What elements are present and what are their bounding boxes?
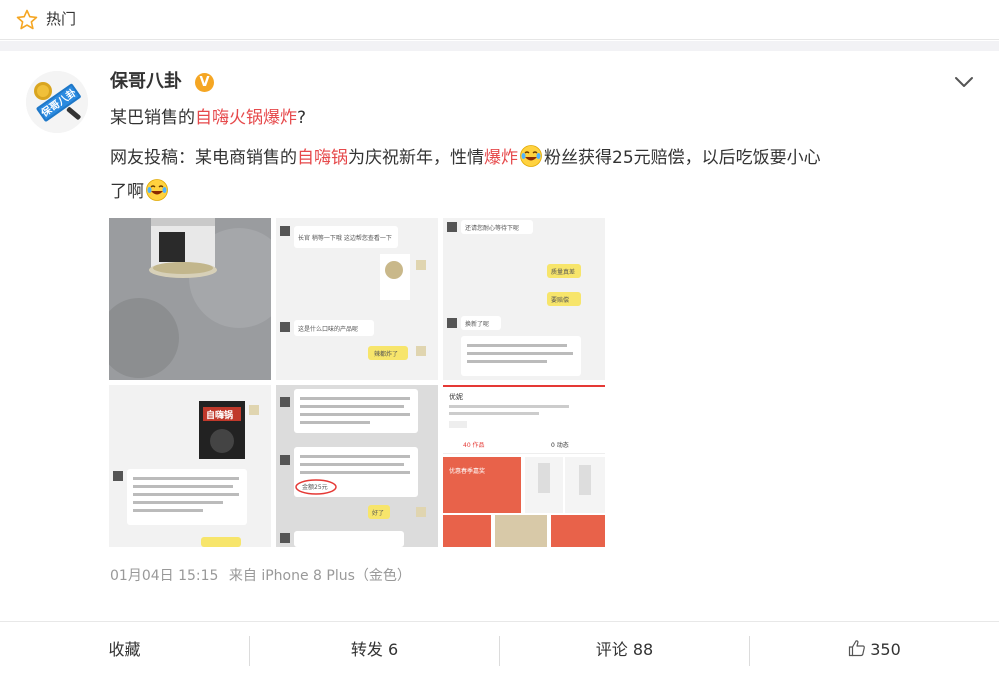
post-image[interactable]: 优妮 40 作品 0 动态 优惠春季嘉奖 (443, 385, 605, 547)
chat-screenshot-image: 还请您耐心等待下呢 质量真差 要赔偿 换新了呢 (443, 218, 605, 380)
title-link-1[interactable]: 自嗨火 (195, 108, 246, 128)
shop-page-screenshot-image: 优妮 40 作品 0 动态 优惠春季嘉奖 (443, 385, 605, 547)
chevron-down-icon[interactable] (953, 73, 975, 91)
title-text-1: 某巴销售的 (110, 108, 195, 128)
chat-text: 优惠春季嘉奖 (449, 467, 485, 475)
post-image[interactable] (109, 218, 271, 380)
body-text-1: 网友投稿：某电商销售的 (110, 148, 297, 168)
photo-pot-image (109, 218, 271, 380)
chat-text: 长官 稍等一下哦 这边帮您查看一下 (298, 234, 392, 242)
action-bar: 收藏 转发 6 评论 88 350 (0, 621, 999, 679)
chat-screenshot-image: 长官 稍等一下哦 这边帮您查看一下 这是什么口味的产品呢 辣都炸了 (276, 218, 438, 380)
chat-text: 换新了呢 (465, 320, 489, 328)
laugh-cry-emoji-icon (520, 145, 542, 167)
chat-text: 好了 (372, 509, 384, 517)
body-text-3: 粉丝获得25元赔偿，以后吃饭要小心 (544, 148, 821, 168)
chat-text: 这是什么口味的产品呢 (298, 325, 358, 333)
chat-text: 自嗨锅 (206, 409, 233, 421)
like-button[interactable]: 350 (750, 622, 999, 679)
verified-badge-icon: V (195, 73, 214, 92)
comment-button[interactable]: 评论 88 (500, 622, 749, 679)
post-image[interactable]: 还请您耐心等待下呢 质量真差 要赔偿 换新了呢 (443, 218, 605, 380)
post-timestamp[interactable]: 01月04日 15:15 (110, 568, 218, 584)
body-link-2[interactable]: 爆炸 (484, 148, 518, 168)
favorite-button[interactable]: 收藏 (0, 622, 249, 679)
chat-text: 质量真差 (551, 268, 575, 276)
chat-text: 金额25元 (302, 483, 328, 491)
laugh-cry-emoji-icon (146, 179, 168, 201)
thumbs-up-icon (849, 640, 866, 657)
top-bar: 热门 (0, 0, 999, 40)
author-name[interactable]: 保哥八卦 (110, 69, 182, 95)
section-gap (0, 41, 999, 51)
post-body-tail: 了啊 (110, 178, 170, 205)
page-title: 热门 (46, 10, 77, 28)
title-link-3[interactable]: 爆炸 (263, 108, 297, 128)
post-meta: 01月04日 15:15 来自 iPhone 8 Plus（金色） (110, 566, 417, 586)
chat-screenshot-image: 金额25元 好了 (276, 385, 438, 547)
post-body: 网友投稿：某电商销售的自嗨锅为庆祝新年，性情爆炸 粉丝获得25元赔偿，以后吃饭要小… (110, 144, 821, 171)
post-image[interactable]: 长官 稍等一下哦 这边帮您查看一下 这是什么口味的产品呢 辣都炸了 (276, 218, 438, 380)
chat-text: 40 作品 (463, 441, 485, 449)
chat-text: 0 动态 (551, 441, 569, 449)
post-image[interactable]: 自嗨锅 (109, 385, 271, 547)
weibo-post-card: 保哥八卦 保哥八卦 V 某巴销售的自嗨火锅爆炸? 网友投稿：某电商销售的自嗨锅为… (0, 51, 999, 679)
post-image[interactable]: 金额25元 好了 (276, 385, 438, 547)
star-icon[interactable] (15, 8, 39, 32)
post-source: 来自 iPhone 8 Plus（金色） (228, 568, 411, 584)
chat-text: 优妮 (449, 392, 463, 401)
favorite-label: 收藏 (108, 640, 141, 659)
comment-label: 评论 88 (595, 640, 654, 659)
image-grid: 长官 稍等一下哦 这边帮您查看一下 这是什么口味的产品呢 辣都炸了 还请您耐心等… (109, 218, 605, 548)
repost-label: 转发 6 (350, 640, 399, 659)
body-tail-text: 了啊 (110, 182, 144, 202)
body-text-2: 为庆祝新年，性情 (348, 148, 484, 168)
avatar-microphone-image: 保哥八卦 (26, 71, 88, 133)
chat-screenshot-image: 自嗨锅 (109, 385, 271, 547)
chat-text: 还请您耐心等待下呢 (465, 224, 519, 232)
title-link-2[interactable]: 锅 (246, 108, 263, 128)
title-text-2: ? (297, 108, 307, 128)
like-count: 350 (870, 640, 901, 659)
avatar[interactable]: 保哥八卦 (26, 71, 88, 133)
chat-text: 要赔偿 (551, 296, 569, 304)
post-title: 某巴销售的自嗨火锅爆炸? (110, 105, 306, 131)
body-link-1[interactable]: 自嗨锅 (297, 148, 348, 168)
repost-button[interactable]: 转发 6 (250, 622, 499, 679)
chat-text: 辣都炸了 (374, 350, 398, 358)
